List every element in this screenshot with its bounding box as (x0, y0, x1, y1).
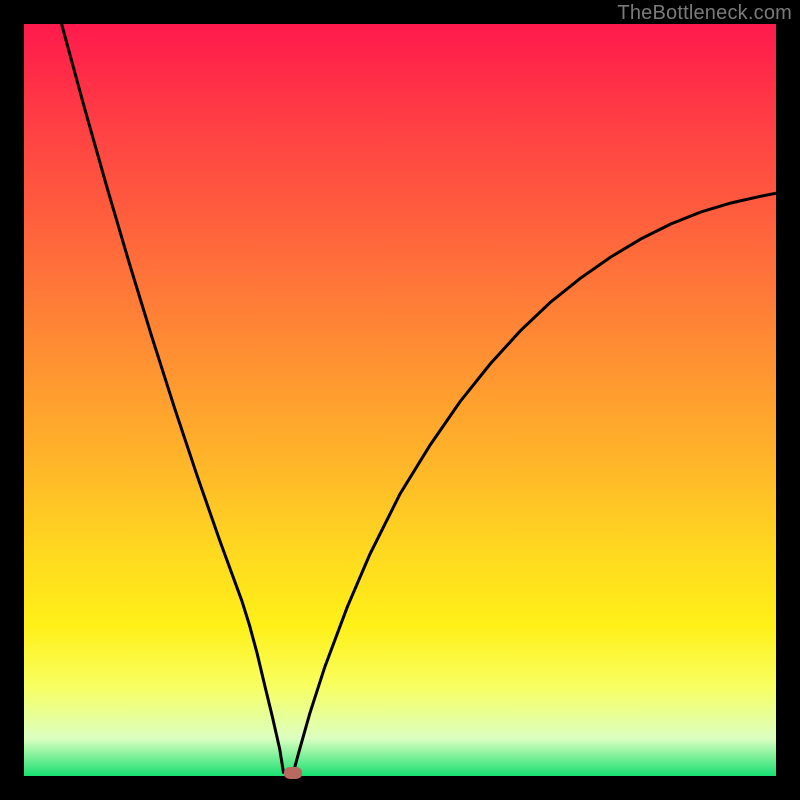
watermark-text: TheBottleneck.com (617, 2, 792, 25)
chart-frame: TheBottleneck.com (0, 0, 800, 800)
plot-area (24, 24, 776, 776)
